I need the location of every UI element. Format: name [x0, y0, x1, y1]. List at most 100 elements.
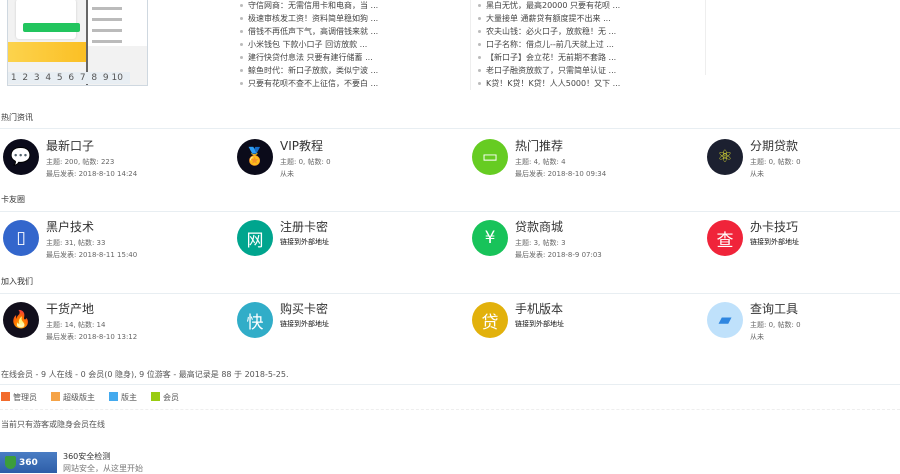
- section-divider: [0, 128, 900, 129]
- legend-label: 会员: [163, 393, 179, 402]
- pager-page[interactable]: 8: [89, 72, 101, 84]
- forum-title[interactable]: 热门推荐: [515, 137, 563, 154]
- fire-icon[interactable]: 🔥: [3, 302, 39, 338]
- 360-security-logo[interactable]: 360: [0, 452, 57, 473]
- section-title: 卡友圈: [1, 195, 25, 204]
- thumbnail-item: [92, 7, 122, 10]
- forum-item[interactable]: 网注册卡密链接到外部地址: [237, 220, 467, 260]
- loan-icon[interactable]: 贷: [472, 302, 508, 338]
- forum-counts: 主题: 14, 帖数: 14: [46, 321, 106, 329]
- forum-title[interactable]: 干货产地: [46, 300, 94, 317]
- forum-title[interactable]: 最新口子: [46, 137, 94, 154]
- forum-last-post: 最后发表: 2018-8-11 15:40: [46, 251, 138, 259]
- forum-title[interactable]: VIP教程: [280, 137, 323, 154]
- forum-item[interactable]: ▯ 黑户技术主题: 31, 帖数: 33 最后发表: 2018-8-11 15:40: [3, 220, 233, 260]
- pager-page[interactable]: 3: [31, 72, 43, 84]
- tool-icon[interactable]: ▰: [707, 302, 743, 338]
- thumbnail-preview[interactable]: 1 2 3 4 5 6 7 8 9 10: [7, 0, 148, 86]
- slide-pager: 1 2 3 4 5 6 7 8 9 10: [8, 72, 130, 84]
- search-icon[interactable]: 查: [707, 220, 743, 256]
- pager-page[interactable]: 4: [43, 72, 55, 84]
- pager-page[interactable]: 5: [54, 72, 66, 84]
- news-link[interactable]: 鲸鱼时代：新口子放款，类似宁波 ...: [240, 64, 378, 77]
- chat-icon[interactable]: 💬: [3, 139, 39, 175]
- forum-item[interactable]: ▰ 查询工具主题: 0, 帖数: 0 从未: [707, 302, 900, 342]
- forum-title[interactable]: 购买卡密: [280, 300, 328, 317]
- forum-stats: 主题: 4, 帖数: 4 最后发表: 2018-8-10 09:34: [515, 156, 606, 180]
- building-icon[interactable]: ▯: [3, 220, 39, 256]
- news-link[interactable]: 只要有花呗不查不上征信，不要白 ...: [240, 77, 378, 90]
- forum-title[interactable]: 手机版本: [515, 300, 563, 317]
- forum-last-post: 从未: [750, 170, 764, 178]
- news-link[interactable]: 小米钱包 下款小口子 回访放款 ...: [240, 38, 378, 51]
- forum-item[interactable]: 贷手机版本链接到外部地址: [472, 302, 702, 342]
- legend-item: 会员: [151, 392, 179, 403]
- legend-item: 超级版主: [51, 392, 95, 403]
- forum-external-link: 链接到外部地址: [280, 238, 329, 246]
- forum-last-post: 最后发表: 2018-8-10 14:24: [46, 170, 138, 178]
- forum-item[interactable]: 查办卡技巧链接到外部地址: [707, 220, 900, 260]
- forum-title[interactable]: 黑户技术: [46, 218, 94, 235]
- forum-stats: 主题: 0, 帖数: 0 从未: [280, 156, 331, 180]
- forum-counts: 主题: 0, 帖数: 0: [280, 158, 331, 166]
- news-link[interactable]: 守信网商：无需信用卡和电商，当 ...: [240, 0, 378, 12]
- thumbnail-item: [92, 18, 122, 21]
- forum-stats: 主题: 0, 帖数: 0 从未: [750, 319, 801, 343]
- forum-stats: 主题: 200, 帖数: 223 最后发表: 2018-8-10 14:24: [46, 156, 137, 180]
- forum-item[interactable]: 快购买卡密 链接到外部地址: [237, 302, 467, 342]
- news-list-left: 守信网商：无需信用卡和电商，当 ... 极速审核发工资！资料简单稳如狗 ... 借钱…: [240, 0, 378, 90]
- legend-item: 版主: [109, 392, 137, 403]
- forum-title[interactable]: 办卡技巧: [750, 218, 798, 235]
- pager-page[interactable]: 2: [20, 72, 32, 84]
- pager-page[interactable]: 1: [8, 72, 20, 84]
- legend-label: 管理员: [13, 393, 37, 402]
- divider: [0, 409, 900, 410]
- forum-stats: 主题: 31, 帖数: 33 最后发表: 2018-8-11 15:40: [46, 237, 137, 261]
- forum-last-post: 最后发表: 2018-8-10 09:34: [515, 170, 607, 178]
- news-link[interactable]: 农夫山钱：必火口子，放款稳！无 ...: [478, 25, 620, 38]
- net-icon[interactable]: 网: [237, 220, 273, 256]
- news-link[interactable]: 极速审核发工资！资料简单稳如狗 ...: [240, 12, 378, 25]
- section-title: 加入我们: [1, 277, 33, 286]
- news-list-right: 黑白无忧，最高20000 只要有花呗 ... 大量接单 通薪贷有额度提不出来 ..…: [478, 0, 620, 90]
- pager-page[interactable]: 9: [100, 72, 112, 84]
- forum-item[interactable]: ▭ 热门推荐主题: 4, 帖数: 4 最后发表: 2018-8-10 09:34: [472, 139, 702, 179]
- forum-external-link: 链接到外部地址: [515, 320, 564, 328]
- divider: [0, 384, 900, 385]
- forum-item[interactable]: 🏅 VIP教程主题: 0, 帖数: 0 从未: [237, 139, 467, 179]
- news-link[interactable]: 老口子融资放款了，只需简单认证 ...: [478, 64, 620, 77]
- news-link[interactable]: 黑白无忧，最高20000 只要有花呗 ...: [478, 0, 620, 12]
- forum-title[interactable]: 注册卡密: [280, 218, 328, 235]
- section-divider: [0, 211, 900, 212]
- legend-label: 超级版主: [63, 393, 95, 402]
- medal-icon[interactable]: 🏅: [237, 139, 273, 175]
- news-link[interactable]: K贷！K贷！K贷！人人5000！又下 ...: [478, 77, 620, 90]
- forum-title[interactable]: 查询工具: [750, 300, 798, 317]
- forum-title[interactable]: 贷款商城: [515, 218, 563, 235]
- forum-external-link: 链接到外部地址: [750, 238, 799, 246]
- news-link[interactable]: 口子名称：借点儿--前几天就上过 ...: [478, 38, 620, 51]
- user-icon: [151, 392, 160, 401]
- pager-page[interactable]: 7: [77, 72, 89, 84]
- fast-icon[interactable]: 快: [237, 302, 273, 338]
- card-icon[interactable]: ▭: [472, 139, 508, 175]
- forum-counts: 主题: 4, 帖数: 4: [515, 158, 566, 166]
- forum-counts: 主题: 0, 帖数: 0: [750, 158, 801, 166]
- yen-icon[interactable]: ¥: [472, 220, 508, 256]
- pager-page[interactable]: 6: [66, 72, 78, 84]
- news-link[interactable]: 借钱不再低声下气，高调借钱来就 ...: [240, 25, 378, 38]
- news-link[interactable]: 建行快贷付息法 只要有建行储蓄 ...: [240, 51, 378, 64]
- forum-item[interactable]: ⚛ 分期贷款主题: 0, 帖数: 0 从未: [707, 139, 900, 179]
- forum-stats: 主题: 3, 帖数: 3 最后发表: 2018-8-9 07:03: [515, 237, 602, 261]
- security-title[interactable]: 360安全检测: [63, 451, 110, 462]
- section-title: 热门资讯: [1, 113, 33, 122]
- news-link[interactable]: 大量接单 通薪贷有额度提不出来 ...: [478, 12, 620, 25]
- atom-icon[interactable]: ⚛: [707, 139, 743, 175]
- forum-item[interactable]: ¥ 贷款商城主题: 3, 帖数: 3 最后发表: 2018-8-9 07:03: [472, 220, 702, 260]
- thumbnail-item: [92, 29, 122, 32]
- forum-title[interactable]: 分期贷款: [750, 137, 798, 154]
- pager-page[interactable]: 10: [112, 72, 124, 84]
- forum-item[interactable]: 🔥 干货产地 主题: 14, 帖数: 14 最后发表: 2018-8-10 13:12: [3, 302, 233, 342]
- forum-item[interactable]: 💬 最新口子主题: 200, 帖数: 223 最后发表: 2018-8-10 14:…: [3, 139, 233, 179]
- news-link[interactable]: 【新口子】会立花！无前期不套路 ...: [478, 51, 620, 64]
